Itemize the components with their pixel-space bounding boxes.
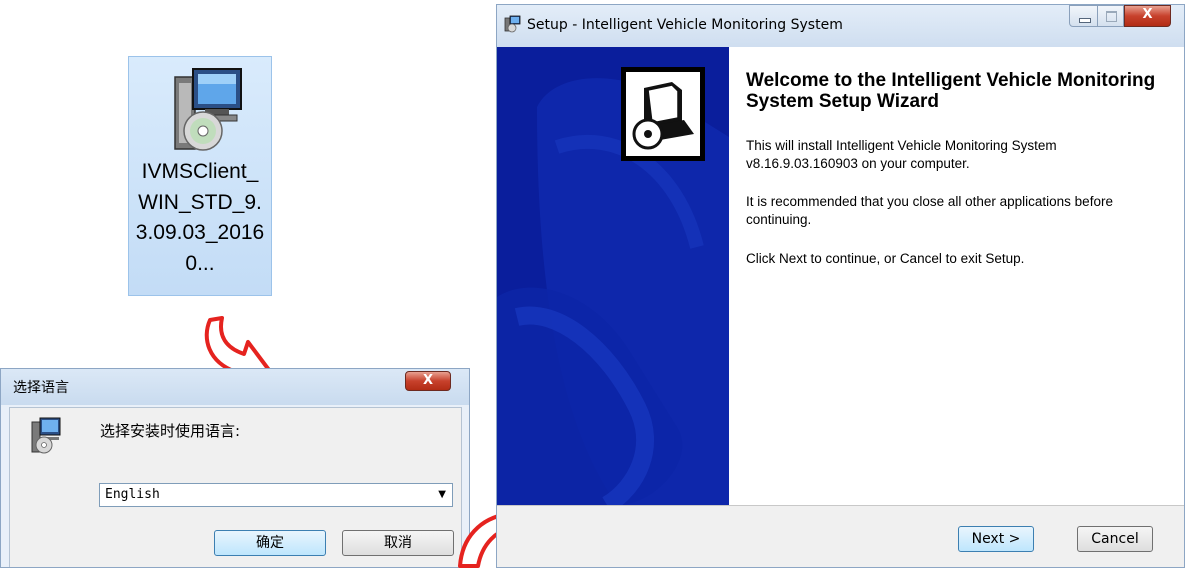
installer-filename: IVMSClient_WIN_STD_9.3.09.03_20160... <box>135 160 265 275</box>
dialog-title-bar[interactable]: 选择语言 X <box>1 369 469 405</box>
install-description: This will install Intelligent Vehicle Mo… <box>746 138 1057 171</box>
next-button[interactable]: Next > <box>958 526 1034 552</box>
installer-file-icon[interactable]: IVMSClient_WIN_STD_9.3.09.03_20160... <box>128 56 272 296</box>
setup-wizard-window: Setup - Intelligent Vehicle Monitoring S… <box>496 4 1185 568</box>
installer-package-icon <box>31 417 61 454</box>
wizard-heading: Welcome to the Intelligent Vehicle Monit… <box>746 70 1156 112</box>
maximize-button[interactable] <box>1097 5 1124 27</box>
setup-computer-icon <box>621 67 705 161</box>
wizard-title: Setup - Intelligent Vehicle Monitoring S… <box>527 17 843 33</box>
minimize-button[interactable] <box>1069 5 1098 27</box>
language-prompt: 选择安装时使用语言: <box>100 422 241 440</box>
language-select-value: English <box>105 487 160 502</box>
computer-cd-icon <box>622 68 704 160</box>
wizard-title-bar[interactable]: Setup - Intelligent Vehicle Monitoring S… <box>497 5 1184 47</box>
dialog-body: 选择安装时使用语言: English ▼ 确定 取消 <box>9 407 462 567</box>
wizard-close-button[interactable]: X <box>1124 5 1171 27</box>
language-dialog: 选择语言 X 选择安装时使用语言: English ▼ 确定 取消 <box>0 368 470 568</box>
language-select[interactable]: English ▼ <box>99 483 453 507</box>
wizard-side-banner <box>497 47 729 505</box>
maximize-icon <box>1106 11 1117 22</box>
cancel-button[interactable]: 取消 <box>342 530 454 556</box>
installer-package-icon <box>174 68 242 151</box>
setup-app-icon <box>504 15 521 33</box>
dialog-title: 选择语言 <box>13 380 69 396</box>
ok-button[interactable]: 确定 <box>214 530 326 556</box>
dropdown-arrow-icon[interactable]: ▼ <box>438 489 446 500</box>
continue-instruction: Click Next to continue, or Cancel to exi… <box>746 251 1025 266</box>
wizard-footer: Next > Cancel <box>497 505 1184 567</box>
minimize-icon <box>1079 18 1091 23</box>
wizard-content: Welcome to the Intelligent Vehicle Monit… <box>729 47 1184 505</box>
close-apps-notice: It is recommended that you close all oth… <box>746 194 1113 227</box>
dialog-close-button[interactable]: X <box>405 371 451 391</box>
cancel-button[interactable]: Cancel <box>1077 526 1153 552</box>
